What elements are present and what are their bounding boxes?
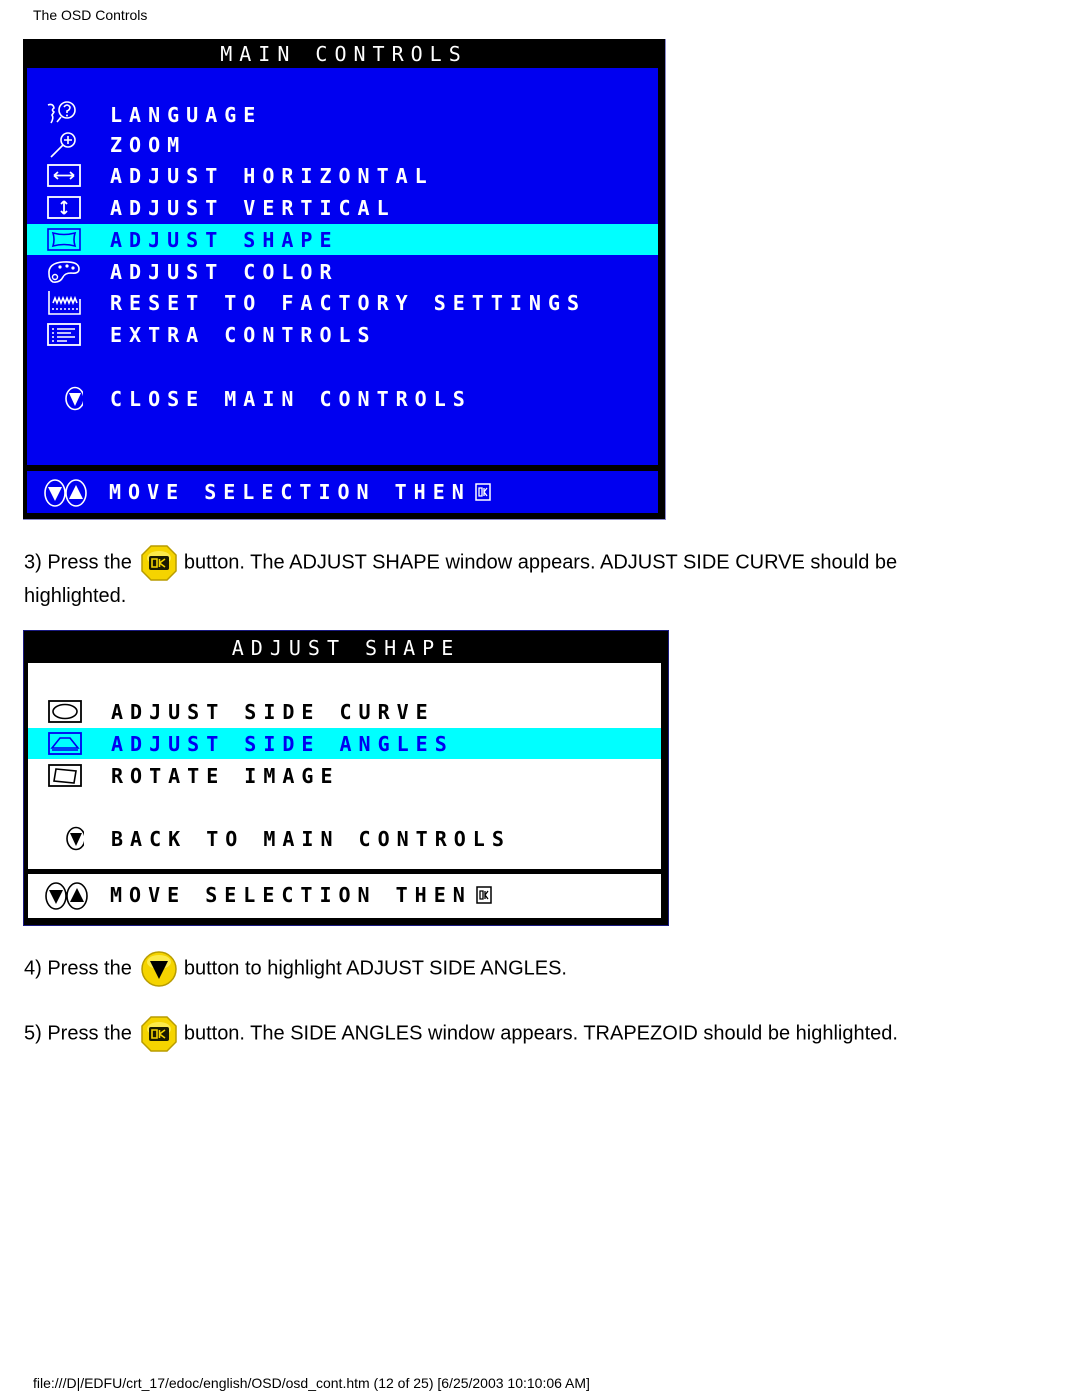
- step-3-text-line2: highlighted.: [24, 585, 127, 607]
- adjust-shape-osd: ADJUST SHAPE ADJUST SIDE CURVE ADJUST SI…: [23, 630, 669, 926]
- menu-item-adjust-side-curve[interactable]: ADJUST SIDE CURVE: [28, 696, 661, 727]
- step-4-text: 4) Press the button to highlight ADJUST …: [24, 950, 567, 988]
- footer-text: MOVE SELECTION THEN: [109, 480, 471, 504]
- main-controls-osd: MAIN CONTROLS LANGUAGE ZOOM ADJUST HORIZ…: [23, 39, 666, 520]
- step-3-body: button. The ADJUST SHAPE window appears.…: [183, 551, 898, 574]
- down-arrow-icon: [65, 386, 83, 411]
- menu-item-close-main-controls[interactable]: CLOSE MAIN CONTROLS: [27, 383, 658, 414]
- menu-item-label: LANGUAGE: [110, 103, 263, 127]
- osd-footer: MOVE SELECTION THEN: [27, 471, 658, 513]
- rotate-image-icon: [48, 764, 82, 787]
- page-header: The OSD Controls: [33, 7, 148, 23]
- page-footer: file:///D|/EDFU/crt_17/edoc/english/OSD/…: [33, 1375, 590, 1391]
- osd-footer: MOVE SELECTION THEN: [28, 874, 661, 918]
- step-5-body: button. The SIDE ANGLES window appears. …: [183, 1022, 898, 1045]
- adjust-horizontal-icon: [47, 164, 81, 187]
- menu-item-label: EXTRA CONTROLS: [110, 323, 377, 347]
- factory-reset-icon: [48, 291, 81, 315]
- menu-item-adjust-shape[interactable]: ADJUST SHAPE: [27, 224, 658, 255]
- up-down-arrows-icon: [45, 882, 88, 910]
- menu-item-language[interactable]: LANGUAGE: [27, 99, 658, 130]
- step-4-body: button to highlight ADJUST SIDE ANGLES.: [183, 957, 567, 980]
- adjust-shape-icon: [47, 228, 81, 251]
- menu-item-label: ADJUST SIDE ANGLES: [111, 732, 454, 756]
- osd-menu-body: ADJUST SIDE CURVE ADJUST SIDE ANGLES ROT…: [28, 663, 661, 869]
- menu-item-label: ADJUST COLOR: [110, 260, 339, 284]
- menu-item-label: ADJUST SHAPE: [110, 228, 339, 252]
- osd-menu-body: LANGUAGE ZOOM ADJUST HORIZONTAL ADJUST V…: [27, 68, 658, 465]
- menu-item-label: ROTATE IMAGE: [111, 764, 340, 788]
- menu-item-label: BACK TO MAIN CONTROLS: [111, 827, 511, 851]
- menu-item-label: ZOOM: [110, 133, 187, 157]
- adjust-vertical-icon: [47, 196, 81, 219]
- step-3-text: 3) Press the button. The ADJUST SHAPE wi…: [24, 544, 897, 582]
- footer-text: MOVE SELECTION THEN: [110, 883, 472, 907]
- menu-item-label: RESET TO FACTORY SETTINGS: [110, 291, 587, 315]
- menu-item-reset-factory[interactable]: RESET TO FACTORY SETTINGS: [27, 287, 658, 318]
- menu-item-label: ADJUST HORIZONTAL: [110, 164, 434, 188]
- menu-item-rotate-image[interactable]: ROTATE IMAGE: [28, 760, 661, 791]
- osd-title: MAIN CONTROLS: [220, 42, 468, 66]
- ok-icon: [476, 886, 492, 904]
- ok-button-icon: [141, 1016, 177, 1052]
- menu-item-zoom[interactable]: ZOOM: [27, 130, 658, 158]
- step-5-prefix: 5) Press the: [24, 1022, 132, 1045]
- footer-label: MOVE SELECTION THEN: [110, 878, 492, 912]
- menu-item-adjust-side-angles[interactable]: ADJUST SIDE ANGLES: [28, 728, 661, 759]
- step-3-prefix: 3) Press the: [24, 551, 132, 574]
- ok-button-icon: [141, 545, 177, 581]
- down-arrow-icon: [66, 826, 84, 851]
- step-5-text: 5) Press the button. The SIDE ANGLES win…: [24, 1015, 898, 1053]
- down-button-icon: [141, 951, 177, 987]
- zoom-icon: [50, 132, 76, 158]
- footer-label: MOVE SELECTION THEN: [109, 475, 491, 509]
- language-icon: [47, 101, 76, 124]
- ok-icon: [475, 483, 491, 501]
- side-angles-icon: [48, 732, 82, 755]
- menu-item-label: CLOSE MAIN CONTROLS: [110, 387, 472, 411]
- extra-controls-icon: [47, 323, 81, 346]
- step-4-prefix: 4) Press the: [24, 957, 132, 980]
- up-down-arrows-icon: [44, 479, 87, 507]
- menu-item-adjust-horizontal[interactable]: ADJUST HORIZONTAL: [27, 160, 658, 191]
- adjust-color-icon: [48, 261, 80, 283]
- menu-item-label: ADJUST VERTICAL: [110, 196, 396, 220]
- side-curve-icon: [48, 700, 82, 723]
- menu-item-extra-controls[interactable]: EXTRA CONTROLS: [27, 319, 658, 350]
- menu-item-back-to-main[interactable]: BACK TO MAIN CONTROLS: [28, 823, 661, 854]
- osd-title: ADJUST SHAPE: [231, 636, 461, 660]
- menu-item-label: ADJUST SIDE CURVE: [111, 700, 435, 724]
- menu-item-adjust-color[interactable]: ADJUST COLOR: [27, 256, 658, 287]
- menu-item-adjust-vertical[interactable]: ADJUST VERTICAL: [27, 192, 658, 223]
